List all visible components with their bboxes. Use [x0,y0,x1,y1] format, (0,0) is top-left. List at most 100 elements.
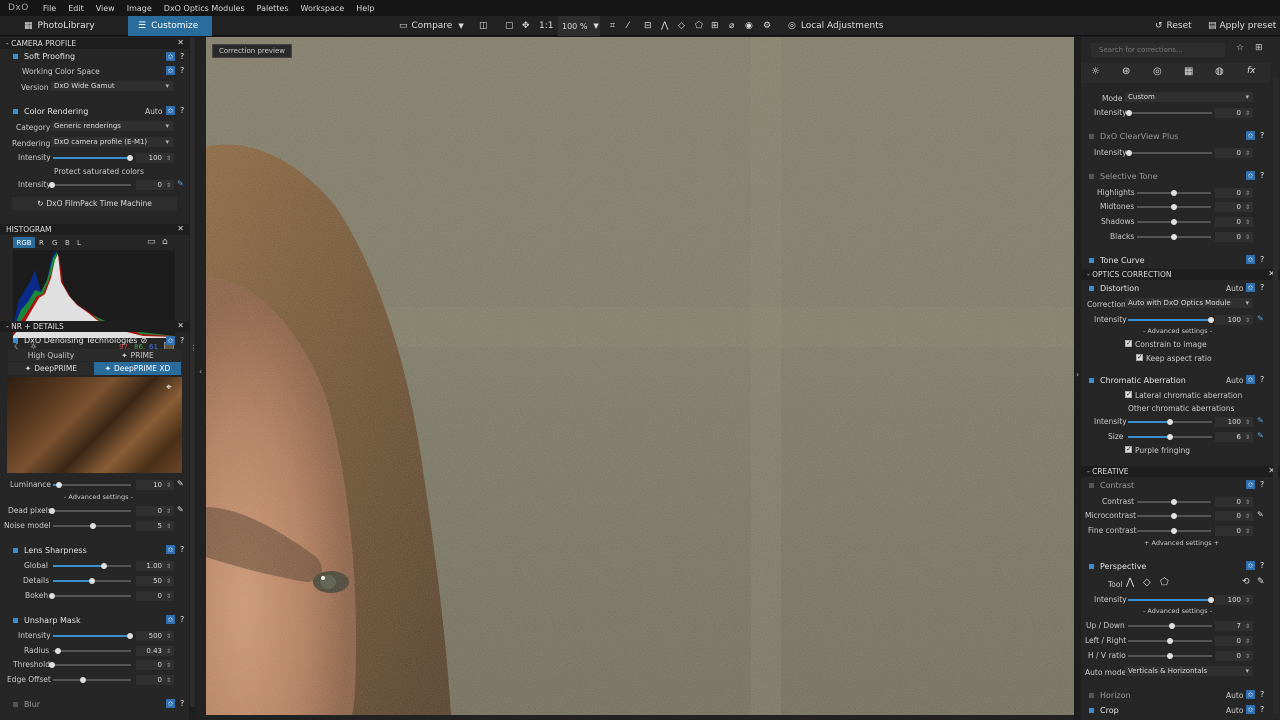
shadows-handle[interactable] [1171,219,1177,225]
protect-intensity-value[interactable]: 0 [136,180,174,190]
left-right-handle[interactable] [1167,638,1173,644]
highlights-value[interactable]: 0 [1215,188,1253,198]
palette-grid-icon[interactable]: ⊞ [1255,43,1263,53]
luminance-slider[interactable] [53,484,131,486]
keep-aspect-checkbox[interactable] [1136,353,1143,361]
enable-checkbox[interactable] [1089,133,1094,139]
blacks-value[interactable]: 0 [1215,232,1253,242]
search-corrections-input[interactable]: Search for corrections... [1091,43,1225,57]
intensity-value[interactable]: 100 [136,153,174,163]
rendering-select[interactable]: DxO camera profile (E-M1) [51,137,173,147]
enable-checkbox[interactable] [1089,563,1094,569]
section-camera-profile[interactable]: - CAMERA PROFILE ✕ [0,38,189,49]
edge-offset-handle[interactable] [80,677,86,683]
distortion-intensity-value[interactable]: 100 [1215,315,1253,325]
intensity-slider-handle[interactable] [127,155,133,161]
preset-star-icon[interactable]: ✩ [166,106,175,115]
help-icon[interactable]: ? [180,545,184,554]
contrast-value[interactable]: 0 [1215,497,1253,507]
enable-checkbox[interactable] [13,53,18,59]
high-quality-button[interactable]: High Quality [8,349,94,361]
histogram-channel-rgb[interactable]: RGB [13,237,35,248]
section-optics-correction[interactable]: - OPTICS CORRECTION ✕ [1081,269,1280,280]
enable-checkbox[interactable] [13,547,18,553]
version-select[interactable]: DxO Wide Gamut [51,81,173,91]
preset-star-icon[interactable]: ✩ [166,615,175,624]
help-icon[interactable]: ? [180,106,184,115]
menu-view[interactable]: View [90,4,121,13]
compare-button[interactable]: ▭ Compare ▼ [399,16,464,36]
bokeh-value[interactable]: 0 [136,591,174,601]
enable-checkbox[interactable] [13,337,18,343]
help-icon[interactable]: ? [1260,690,1264,699]
help-icon[interactable]: ? [180,66,184,75]
details-value[interactable]: 50 [136,576,174,586]
preset-star-icon[interactable]: ✩ [1246,690,1255,699]
help-icon[interactable]: ? [1260,283,1264,292]
correction-preview-badge[interactable]: Correction preview [212,44,293,58]
constrain-checkbox[interactable] [1125,339,1132,347]
right-panel-scrollbar[interactable] [1273,77,1278,713]
section-nr-details[interactable]: - NR + DETAILS ✕ [0,321,189,332]
highlights-handle[interactable] [1171,190,1177,196]
histogram-channel-b[interactable]: B [65,239,70,247]
auto-mode-select[interactable]: Verticals & Horizontals [1125,666,1253,676]
enable-checkbox[interactable] [13,108,18,114]
help-icon[interactable]: ? [1260,255,1264,264]
hv-ratio-value[interactable]: 0 [1215,651,1253,661]
enable-checkbox[interactable] [13,617,18,623]
help-icon[interactable]: ? [1260,171,1264,180]
fit-screen-icon[interactable]: ▢ [505,16,514,36]
grid-overlay-icon[interactable]: ⊞ [711,16,719,36]
eye-off-icon[interactable]: ⊘ [140,336,147,345]
preset-star-icon[interactable]: ✩ [1246,705,1255,714]
filmpack-time-machine-button[interactable]: ↻ DxO FilmPack Time Machine [12,197,177,210]
ca-size-value[interactable]: 6 [1215,432,1253,442]
scrollbar-thumb[interactable] [190,37,195,707]
histogram-channel-r[interactable]: R [39,239,44,247]
picker-icon[interactable]: ✎ [177,505,184,514]
zoom-select[interactable]: 100 % ▼ [558,16,600,36]
prime-button[interactable]: ✦ PRIME [94,349,181,361]
pan-icon[interactable]: ✥ [522,16,530,36]
favorites-star-icon[interactable]: ☆ [1236,43,1244,53]
perspective-icon[interactable]: ⋀ [661,16,668,36]
image-viewer[interactable]: Correction preview [206,37,1074,715]
light-tab-icon[interactable]: ☼ [1091,66,1100,77]
monitor-icon[interactable]: ▭ [147,237,156,247]
preset-star-icon[interactable]: ✩ [1246,283,1255,292]
collapse-left-icon[interactable]: ‹ [199,367,202,376]
paint-bucket-icon[interactable]: ⌂ [162,237,168,247]
left-panel-scrollbar[interactable]: ⋮ [189,37,197,720]
threshold-slider[interactable] [53,664,131,666]
advanced-settings-toggle[interactable]: - Advanced settings - [1143,327,1212,335]
dead-pixels-slider[interactable] [53,510,131,512]
contrast-handle[interactable] [1171,499,1177,505]
luminance-slider-handle[interactable] [56,482,62,488]
microcontrast-handle[interactable] [1171,513,1177,519]
close-icon[interactable]: ✕ [177,38,184,47]
enable-checkbox[interactable] [1089,257,1094,263]
preset-star-icon[interactable]: ✩ [166,336,175,345]
preset-star-icon[interactable]: ✩ [1246,131,1255,140]
geometry-tab-icon[interactable]: ▦ [1184,66,1193,77]
enable-checkbox[interactable] [1089,377,1094,383]
blur-header[interactable]: Blur [0,697,189,711]
histogram-channel-g[interactable]: G [52,239,57,247]
reset-button[interactable]: ↺ Reset [1155,16,1192,36]
distortion-intensity-handle[interactable] [1208,317,1214,323]
perspective-lines-icon[interactable]: ⋀ [1126,577,1134,588]
advanced-settings-toggle[interactable]: - Advanced settings - [64,493,133,501]
effects-tab-icon[interactable]: fx [1247,66,1256,76]
preset-star-icon[interactable]: ✩ [166,699,175,708]
menu-file[interactable]: File [37,4,62,13]
perspective-poly-icon[interactable]: ⬠ [1160,577,1169,588]
help-icon[interactable]: ? [1260,561,1264,570]
global-slider-handle[interactable] [101,563,107,569]
picker-icon[interactable]: ✎ [1257,314,1264,323]
help-icon[interactable]: ? [1260,705,1264,714]
bokeh-slider[interactable] [53,595,131,597]
apply-preset-button[interactable]: ▤ Apply preset [1208,16,1276,36]
intensity-value[interactable]: 0 [1215,108,1253,118]
local-adjustments-button[interactable]: ◎ Local Adjustments [788,16,883,36]
